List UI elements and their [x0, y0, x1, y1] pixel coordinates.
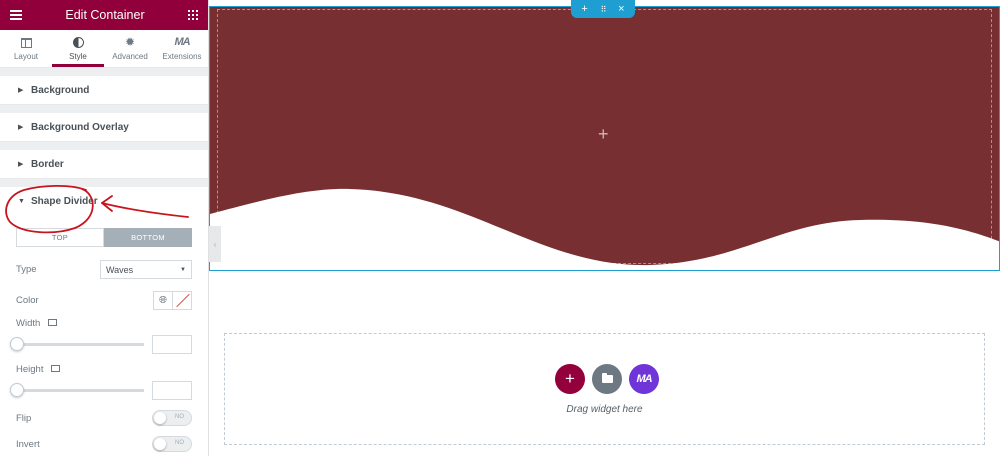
invert-control: Invert NO: [0, 436, 208, 452]
template-library-button[interactable]: [592, 364, 622, 394]
color-picker-button[interactable]: [173, 291, 192, 310]
invert-switch[interactable]: NO: [152, 436, 192, 452]
editor-panel: Edit Container Layout Style ✹ Advanced M…: [0, 0, 209, 456]
section-background-overlay-label: Background Overlay: [31, 121, 129, 133]
folder-icon: [601, 373, 613, 383]
height-slider[interactable]: [10, 383, 144, 397]
width-label-row: Width: [0, 318, 208, 329]
panel-header: Edit Container: [0, 0, 208, 30]
color-label: Color: [16, 295, 39, 306]
layout-icon: [20, 37, 32, 48]
color-control: Color 🌐︎: [0, 291, 208, 310]
drag-handle-icon[interactable]: ⠿: [601, 4, 607, 15]
panel-title: Edit Container: [65, 8, 145, 22]
segment-top[interactable]: TOP: [16, 228, 104, 247]
globe-icon[interactable]: 🌐︎: [153, 291, 173, 310]
height-label: Height: [16, 364, 44, 375]
ma-logo-icon: MA: [636, 373, 652, 385]
section-border-label: Border: [31, 158, 64, 170]
type-label: Type: [16, 264, 37, 275]
flip-control: Flip NO: [0, 410, 208, 426]
master-addons-button[interactable]: MA: [629, 364, 659, 394]
panel-tabs: Layout Style ✹ Advanced MA Extensions: [0, 30, 208, 68]
width-slider-handle[interactable]: [10, 337, 24, 351]
chevron-left-icon: ‹: [213, 239, 217, 249]
height-control: [0, 381, 208, 400]
tab-style-label: Style: [69, 51, 87, 61]
flip-switch-state: NO: [175, 414, 184, 420]
add-element-icon[interactable]: +: [598, 125, 609, 143]
section-gap: [0, 179, 208, 187]
half-circle-icon: [72, 37, 84, 48]
tab-extensions[interactable]: MA Extensions: [156, 30, 208, 67]
gear-icon: ✹: [124, 35, 136, 49]
width-input[interactable]: [152, 335, 192, 354]
tab-style[interactable]: Style: [52, 30, 104, 67]
tab-layout-label: Layout: [13, 51, 39, 61]
type-select[interactable]: Waves ▼: [100, 260, 192, 279]
desktop-icon[interactable]: [51, 365, 61, 372]
position-toggle: TOP BOTTOM: [16, 228, 192, 247]
section-shape-divider[interactable]: ▼ Shape Divider: [0, 187, 208, 216]
section-background-label: Background: [31, 84, 90, 96]
caret-right-icon: ▶: [18, 87, 24, 94]
flip-label: Flip: [16, 412, 32, 424]
width-label: Width: [16, 318, 41, 329]
desktop-icon[interactable]: [48, 319, 58, 326]
editor-app: Edit Container Layout Style ✹ Advanced M…: [0, 0, 1000, 456]
collapse-panel-button[interactable]: ‹: [209, 226, 221, 262]
height-label-row: Height: [0, 364, 208, 375]
height-slider-handle[interactable]: [10, 383, 24, 397]
container-section[interactable]: +: [209, 6, 1000, 271]
section-border[interactable]: ▶ Border: [0, 150, 208, 179]
height-input[interactable]: [152, 381, 192, 400]
section-gap: [0, 142, 208, 150]
invert-label: Invert: [16, 438, 40, 450]
grid-icon[interactable]: [188, 10, 198, 20]
container-handle: + ⠿ ×: [571, 0, 635, 18]
invert-switch-state: NO: [175, 440, 184, 446]
add-container-icon[interactable]: +: [581, 3, 587, 15]
tab-advanced[interactable]: ✹ Advanced: [104, 30, 156, 67]
delete-container-icon[interactable]: ×: [618, 3, 624, 15]
ma-logo-icon: MA: [174, 36, 190, 48]
drag-widget-hint: Drag widget here: [566, 404, 643, 415]
type-select-value: Waves: [106, 264, 134, 275]
caret-right-icon: ▶: [18, 161, 24, 168]
add-section-button[interactable]: +: [555, 364, 585, 394]
plus-icon: +: [565, 369, 575, 388]
tab-layout[interactable]: Layout: [0, 30, 52, 67]
caret-down-icon: ▼: [18, 198, 25, 205]
caret-right-icon: ▶: [18, 124, 24, 131]
type-control: Type Waves ▼: [0, 260, 208, 279]
section-gap: [0, 105, 208, 113]
tab-advanced-label: Advanced: [112, 51, 148, 61]
chevron-down-icon: ▼: [180, 266, 186, 273]
section-background[interactable]: ▶ Background: [0, 76, 208, 105]
segment-bottom[interactable]: BOTTOM: [104, 228, 192, 247]
hamburger-icon[interactable]: [10, 10, 22, 20]
section-background-overlay[interactable]: ▶ Background Overlay: [0, 113, 208, 142]
wave-shape-divider: [210, 188, 999, 270]
preview-canvas: ‹ + ⠿ × + + MA Drag widget here: [209, 0, 1000, 456]
flip-switch[interactable]: NO: [152, 410, 192, 426]
tab-extensions-label: Extensions: [162, 51, 202, 61]
width-slider[interactable]: [10, 337, 144, 351]
width-control: [0, 335, 208, 354]
section-gap: [0, 68, 208, 76]
section-shape-divider-label: Shape Divider: [31, 196, 98, 207]
empty-drop-zone[interactable]: + MA Drag widget here: [224, 333, 985, 445]
